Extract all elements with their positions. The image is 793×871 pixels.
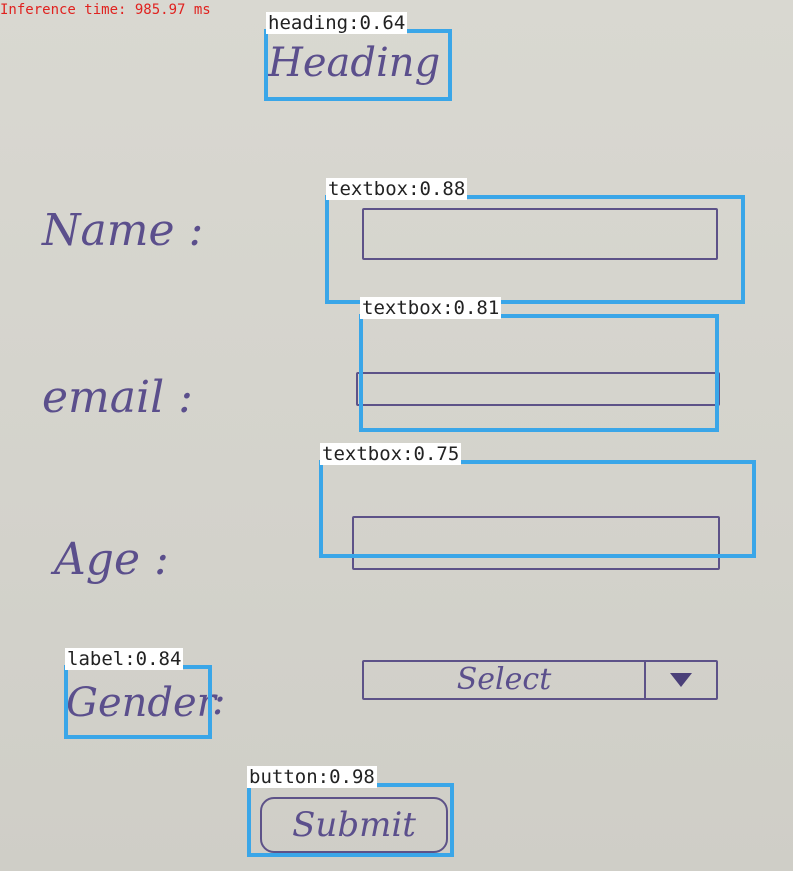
detection-label-heading: heading:0.64	[266, 12, 408, 34]
detection-label-label-gender: label:0.84	[65, 648, 184, 670]
detection-box-textbox-age	[319, 460, 756, 558]
detection-box-textbox-name	[325, 195, 745, 304]
sketch-email-label: email :	[42, 372, 193, 423]
detection-label-textbox-name: textbox:0.88	[326, 178, 468, 200]
sketch-gender-colon: :	[212, 678, 226, 724]
sketch-age-label: Age :	[54, 534, 169, 585]
detection-box-textbox-email	[359, 314, 719, 432]
detection-box-button-submit	[247, 783, 454, 857]
detection-label-textbox-age: textbox:0.75	[320, 443, 462, 465]
sketch-select-text: Select	[364, 662, 646, 698]
inference-time-text: Inference time: 985.97 ms	[0, 2, 211, 18]
detection-box-label-gender	[64, 665, 212, 739]
detection-label-textbox-email: textbox:0.81	[360, 297, 502, 319]
dropdown-arrow-icon	[646, 662, 716, 698]
sketch-gender-select[interactable]: Select	[362, 660, 718, 700]
detection-box-heading	[264, 29, 452, 101]
sketch-name-label: Name :	[42, 205, 204, 256]
detection-label-button-submit: button:0.98	[247, 766, 377, 788]
